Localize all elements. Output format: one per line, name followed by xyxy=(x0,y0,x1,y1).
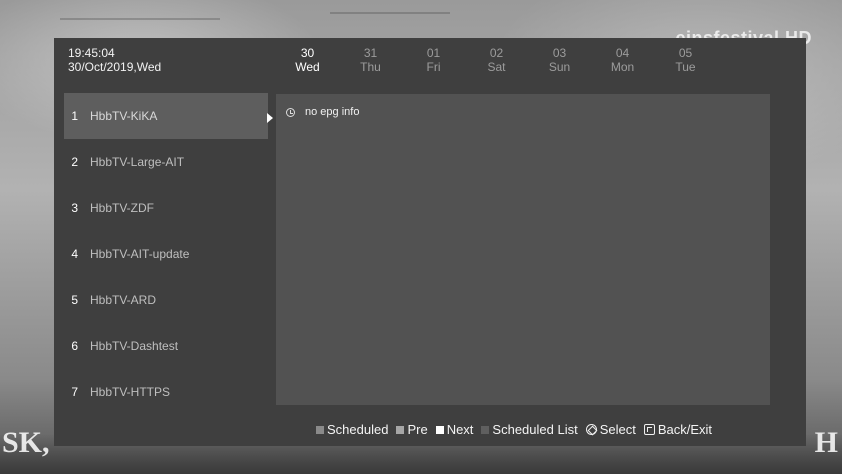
legend-label: Pre xyxy=(407,422,428,437)
legend-label: Back/Exit xyxy=(657,422,713,437)
channel-item-hbbtv-ait-update[interactable]: 4 HbbTV-AIT-update xyxy=(64,231,268,277)
green-key-icon xyxy=(396,425,405,434)
day-tab-mon[interactable]: 04 Mon xyxy=(591,46,654,74)
ok-key-icon xyxy=(585,424,597,435)
background-stripe xyxy=(60,18,220,20)
channel-number: 7 xyxy=(71,385,78,399)
legend-back-exit[interactable]: Back/Exit xyxy=(643,422,713,437)
channel-name: HbbTV-ARD xyxy=(90,293,157,307)
day-number: 05 xyxy=(678,46,693,60)
background-subtitle-right: H xyxy=(814,426,838,459)
channel-item-hbbtv-zdf[interactable]: 3 HbbTV-ZDF xyxy=(64,185,268,231)
legend-label: Select xyxy=(599,422,636,437)
blue-key-icon xyxy=(481,425,490,434)
background-stripe xyxy=(330,12,450,14)
epg-panel: 19:45:04 30/Oct/2019,Wed 30 Wed 31 Thu 0… xyxy=(54,38,806,446)
day-tabs: 30 Wed 31 Thu 01 Fri 02 Sat 03 Sun 04 Mo… xyxy=(276,46,717,74)
legend-label: Next xyxy=(446,422,474,437)
day-name: Mon xyxy=(610,60,635,74)
clock-icon xyxy=(286,107,295,117)
day-name: Thu xyxy=(360,60,381,74)
channel-name: HbbTV-AIT-update xyxy=(90,247,190,261)
day-tab-sat[interactable]: 02 Sat xyxy=(465,46,528,74)
channel-item-hbbtv-kika[interactable]: 1 HbbTV-KiKA xyxy=(64,93,268,139)
day-number: 04 xyxy=(615,46,630,60)
day-name: Sun xyxy=(548,60,571,74)
channel-number: 5 xyxy=(71,293,78,307)
channel-number: 1 xyxy=(71,109,78,123)
legend-next[interactable]: Next xyxy=(435,422,474,437)
legend-pre[interactable]: Pre xyxy=(396,422,428,437)
channel-name: HbbTV-Dashtest xyxy=(90,339,179,353)
channel-name: HbbTV-KiKA xyxy=(90,109,158,123)
day-tab-thu[interactable]: 31 Thu xyxy=(339,46,402,74)
channel-number: 6 xyxy=(71,339,78,353)
day-number: 03 xyxy=(552,46,567,60)
day-tab-sun[interactable]: 03 Sun xyxy=(528,46,591,74)
day-tab-tue[interactable]: 05 Tue xyxy=(654,46,717,74)
day-number: 30 xyxy=(300,46,315,60)
day-name: Tue xyxy=(675,60,696,74)
channel-number: 4 xyxy=(71,247,78,261)
channel-number: 2 xyxy=(71,155,78,169)
program-info-area: no epg info xyxy=(276,94,770,405)
day-tab-fri[interactable]: 01 Fri xyxy=(402,46,465,74)
selection-arrow-icon xyxy=(267,113,273,123)
channel-name: HbbTV-HTTPS xyxy=(90,385,171,399)
channel-item-hbbtv-https[interactable]: 7 HbbTV-HTTPS xyxy=(64,369,268,415)
epg-info-row: no epg info xyxy=(286,106,359,118)
channel-item-hbbtv-dashtest[interactable]: 6 HbbTV-Dashtest xyxy=(64,323,268,369)
back-key-icon xyxy=(643,424,655,435)
legend-scheduled[interactable]: Scheduled xyxy=(316,422,388,437)
channel-item-hbbtv-large-ait[interactable]: 2 HbbTV-Large-AIT xyxy=(64,139,268,185)
legend-scheduled-list[interactable]: Scheduled List xyxy=(481,422,578,437)
day-number: 31 xyxy=(363,46,378,60)
channel-list: 1 HbbTV-KiKA 2 HbbTV-Large-AIT 3 HbbTV-Z… xyxy=(64,93,268,415)
day-name: Wed xyxy=(295,60,320,74)
current-time: 19:45:04 xyxy=(68,46,115,60)
red-key-icon xyxy=(316,425,324,434)
channel-name: HbbTV-Large-AIT xyxy=(90,155,185,169)
background-subtitle-left: SK, xyxy=(2,426,50,459)
day-name: Sat xyxy=(487,60,506,74)
yellow-key-icon xyxy=(435,425,444,434)
clock: 19:45:04 30/Oct/2019,Wed xyxy=(68,46,161,74)
current-date: 30/Oct/2019,Wed xyxy=(68,60,162,74)
legend-label: Scheduled xyxy=(327,422,389,437)
legend-select[interactable]: Select xyxy=(585,422,636,437)
channel-name: HbbTV-ZDF xyxy=(90,201,155,215)
channel-item-hbbtv-ard[interactable]: 5 HbbTV-ARD xyxy=(64,277,268,323)
day-number: 01 xyxy=(426,46,441,60)
key-legend: Scheduled Pre Next Scheduled List Select… xyxy=(316,422,716,437)
day-name: Fri xyxy=(426,60,441,74)
channel-number: 3 xyxy=(71,201,78,215)
day-number: 02 xyxy=(489,46,504,60)
epg-message: no epg info xyxy=(305,106,360,118)
day-tab-wed[interactable]: 30 Wed xyxy=(276,46,339,74)
legend-label: Scheduled List xyxy=(492,422,578,437)
